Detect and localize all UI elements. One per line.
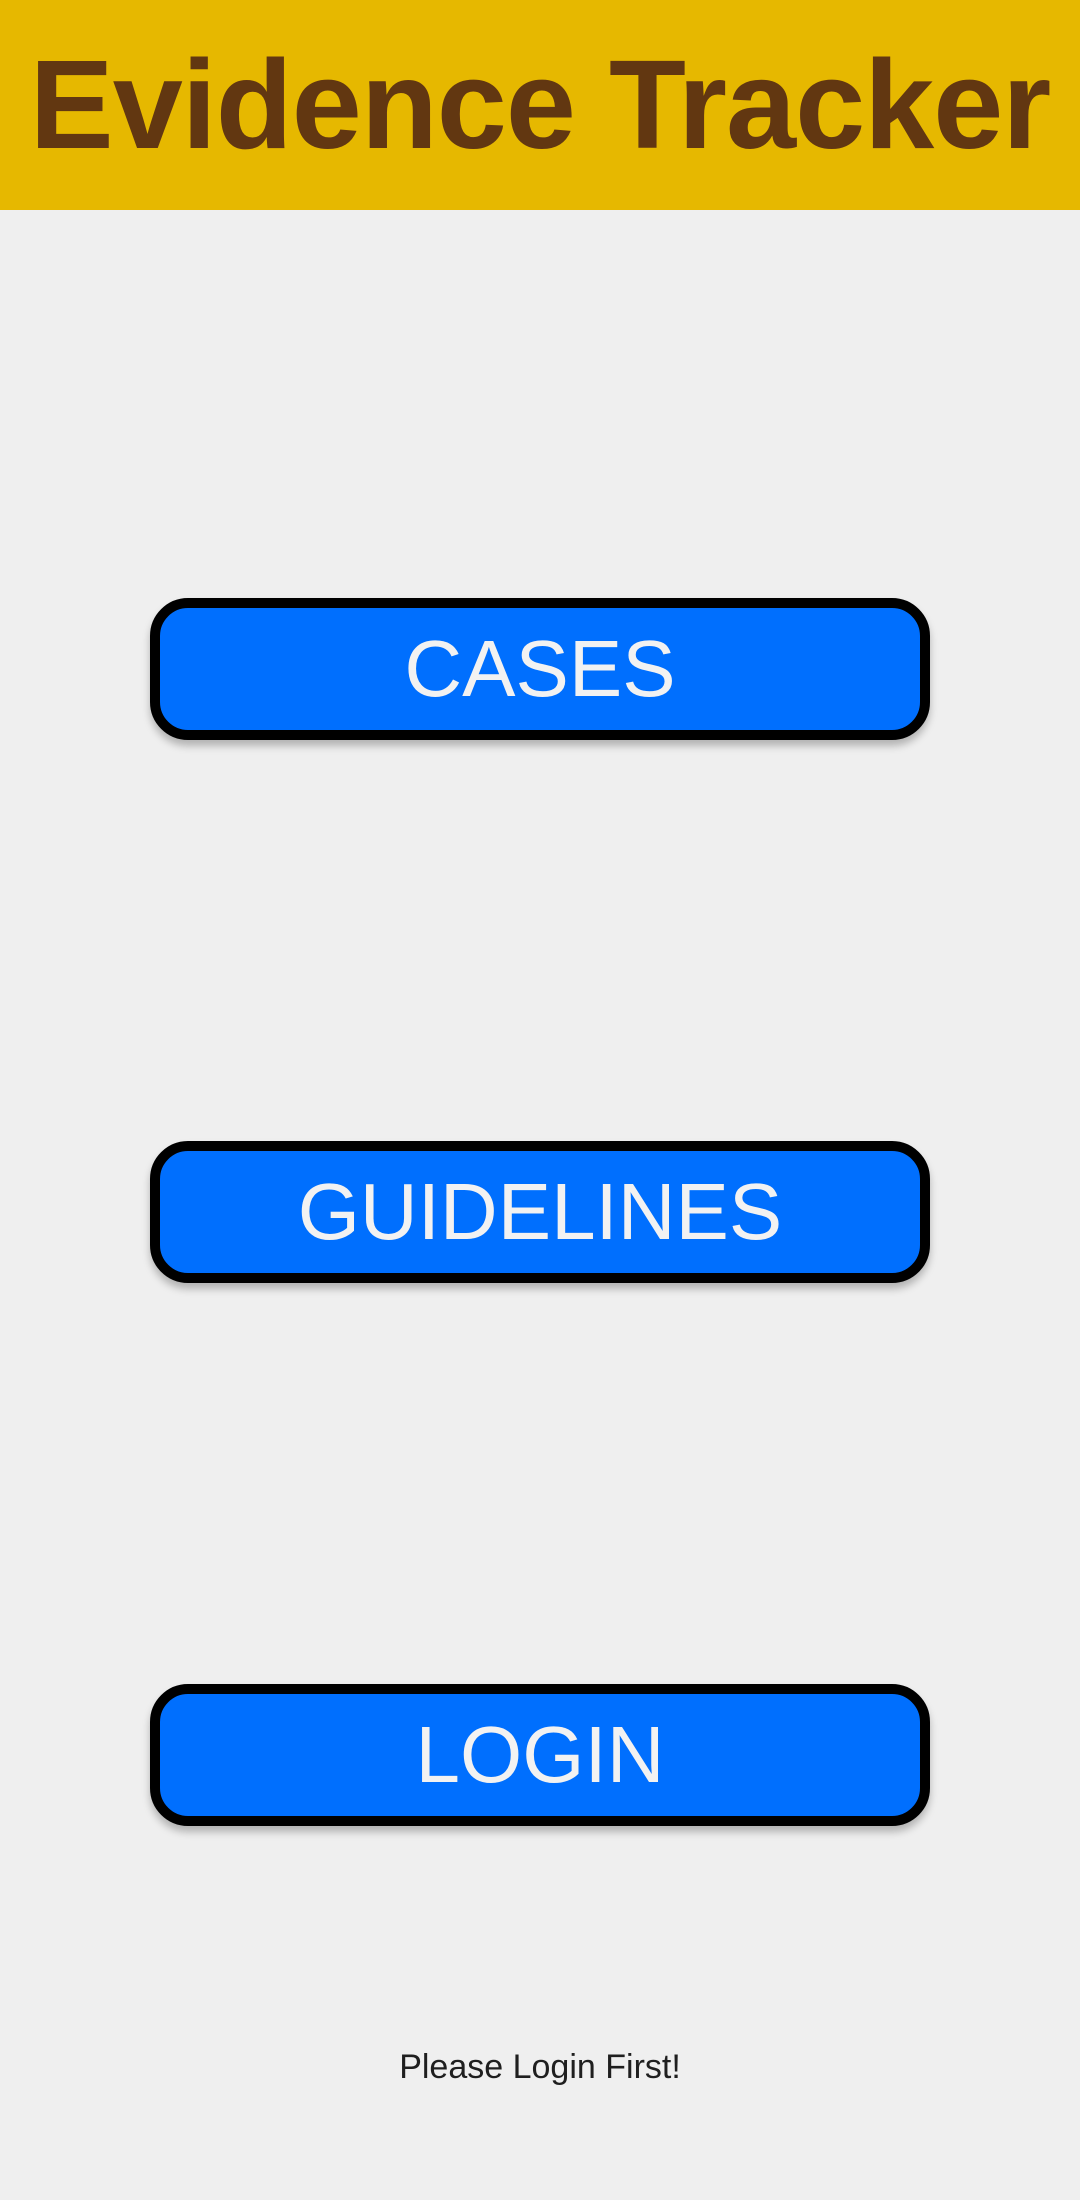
app-title: Evidence Tracker	[29, 34, 1052, 175]
app-screen: Evidence Tracker CASES GUIDELINES LOGIN …	[0, 0, 1080, 2200]
login-button[interactable]: LOGIN	[150, 1684, 930, 1826]
app-header: Evidence Tracker	[0, 0, 1080, 210]
guidelines-button[interactable]: GUIDELINES	[150, 1141, 930, 1283]
cases-button[interactable]: CASES	[150, 598, 930, 740]
login-status-message: Please Login First!	[399, 2048, 681, 2086]
